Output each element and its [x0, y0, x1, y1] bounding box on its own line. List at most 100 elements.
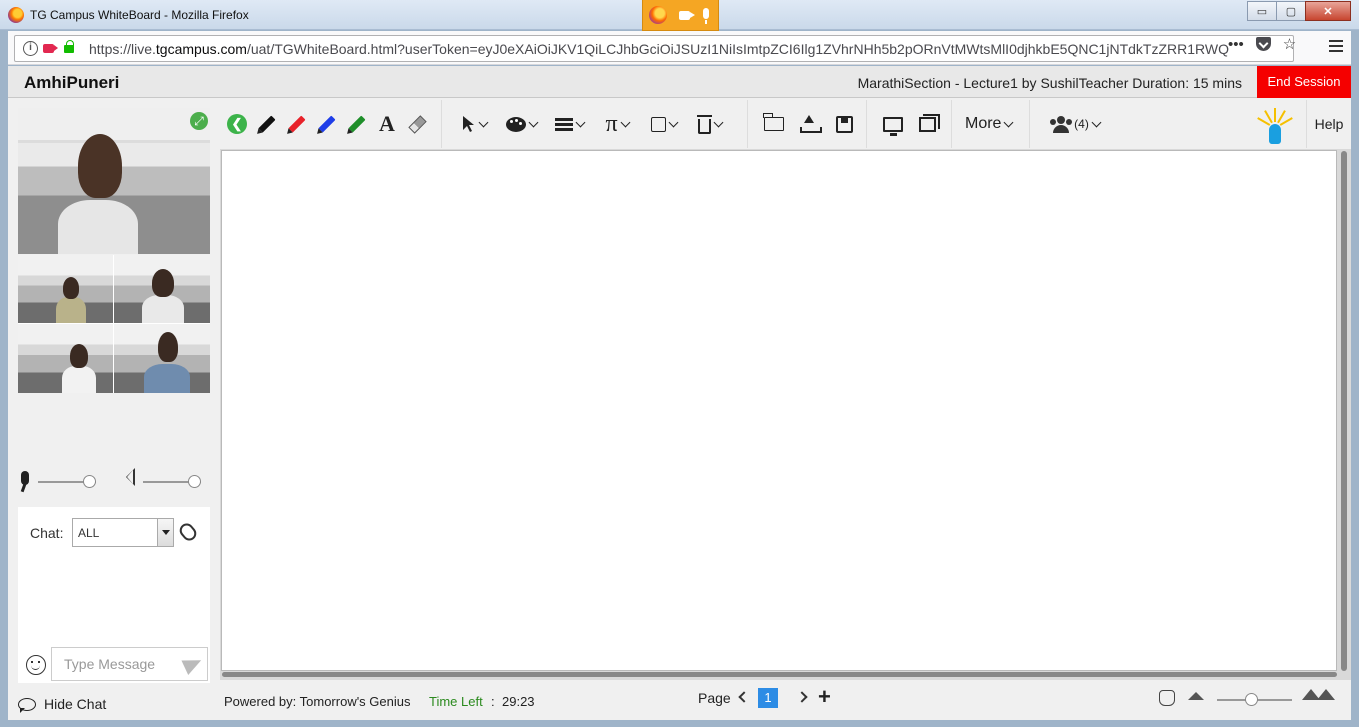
expand-icon[interactable]: ⤢	[190, 112, 208, 130]
microphone-icon[interactable]	[21, 471, 29, 485]
eraser-icon	[407, 114, 427, 134]
participant-thumbnail[interactable]	[18, 255, 113, 323]
back-tool[interactable]: ❮	[222, 109, 252, 139]
participant-head	[78, 134, 122, 198]
vertical-scrollbar[interactable]	[1341, 151, 1347, 671]
share-screen-tool[interactable]	[878, 109, 908, 139]
firefox-icon	[8, 7, 24, 23]
chat-label: Chat:	[30, 525, 64, 541]
math-tool[interactable]: π	[599, 109, 635, 139]
minimize-button[interactable]: ▭	[1247, 1, 1277, 21]
camera-recording-icon[interactable]	[43, 44, 58, 53]
speaker-icon[interactable]	[126, 468, 135, 486]
window-title: TG Campus WhiteBoard - Mozilla Firefox	[30, 8, 249, 22]
whiteboard-toolbar: ❮ A π More (4) Help	[220, 100, 1351, 148]
sharing-indicator[interactable]	[642, 0, 719, 31]
blue-pen-tool[interactable]	[312, 109, 342, 139]
zoom-out-icon[interactable]	[1188, 692, 1204, 700]
blue-pen-icon	[318, 115, 336, 133]
delete-tool[interactable]	[693, 109, 727, 139]
add-page-icon[interactable]: +	[818, 684, 831, 710]
participants-button[interactable]: (4)	[1045, 109, 1105, 139]
open-tool[interactable]	[759, 109, 789, 139]
participant-head	[63, 277, 79, 299]
dropdown-arrow-icon[interactable]	[157, 519, 173, 546]
pi-icon: π	[605, 110, 618, 137]
line-width-icon	[554, 117, 573, 131]
address-bar[interactable]: i https://live.tgcampus.com/uat/TGWhiteB…	[14, 35, 1294, 62]
page-actions-icon[interactable]: •••	[1228, 36, 1244, 53]
left-panel: ⤢ Chat: ALL Type Message Hide Chat	[8, 99, 220, 720]
current-page-number[interactable]: 1	[758, 688, 778, 708]
pocket-icon[interactable]	[1255, 37, 1271, 51]
text-tool-icon: A	[379, 111, 395, 136]
participant-head	[152, 269, 174, 297]
line-width-tool[interactable]	[551, 109, 587, 139]
time-left-label: Time Left	[429, 694, 483, 709]
chat-recipient-select[interactable]: ALL	[72, 518, 174, 547]
whiteboard-app: AmhiPuneri MarathiSection - Lecture1 by …	[8, 66, 1351, 720]
powered-by: Powered by: Tomorrow's Genius	[224, 694, 411, 709]
drawing-tools: ❮ A	[220, 100, 442, 148]
end-session-button[interactable]: End Session	[1257, 66, 1351, 98]
message-row	[24, 647, 208, 681]
eraser-tool[interactable]	[402, 109, 432, 139]
text-tool[interactable]: A	[372, 109, 402, 139]
zoom-knob[interactable]	[1245, 693, 1258, 706]
microphone-icon	[703, 8, 709, 24]
next-page-icon[interactable]	[796, 691, 808, 703]
bookmark-star-icon[interactable]: ☆	[1283, 35, 1296, 53]
green-pen-tool[interactable]	[342, 109, 372, 139]
palette-icon	[505, 116, 526, 132]
upload-tool[interactable]	[794, 109, 824, 139]
upload-icon	[800, 115, 822, 133]
black-pen-icon	[258, 115, 276, 133]
whiteboard-canvas[interactable]	[221, 150, 1337, 671]
select-tool[interactable]	[457, 109, 491, 139]
close-button[interactable]: ✕	[1305, 1, 1351, 21]
attachment-clip-icon[interactable]	[176, 520, 200, 544]
emoji-icon[interactable]	[26, 655, 46, 675]
lock-icon[interactable]	[64, 40, 74, 53]
save-tool[interactable]	[829, 109, 859, 139]
shape-tool[interactable]	[647, 109, 681, 139]
participant-head	[70, 344, 88, 368]
hamburger-menu-icon[interactable]	[1329, 40, 1343, 52]
whiteboard-frame	[220, 149, 1351, 680]
zoom-slider[interactable]	[1217, 693, 1292, 706]
mic-volume-knob[interactable]	[83, 475, 96, 488]
time-separator: :	[491, 694, 495, 709]
url-text[interactable]: https://live.tgcampus.com/uat/TGWhiteBoa…	[89, 41, 1229, 57]
save-icon	[835, 115, 853, 133]
main-video[interactable]: ⤢	[18, 108, 210, 254]
users-icon	[1050, 115, 1073, 133]
black-pen-tool[interactable]	[252, 109, 282, 139]
help-button[interactable]: Help	[1306, 100, 1351, 148]
info-icon[interactable]: i	[23, 41, 38, 56]
speaker-volume-slider[interactable]	[143, 475, 201, 488]
hide-chat-button[interactable]: Hide Chat	[18, 693, 106, 715]
zoom-in-icon[interactable]	[1302, 689, 1336, 701]
mic-volume-slider[interactable]	[38, 475, 96, 488]
horizontal-scrollbar[interactable]	[222, 672, 1337, 677]
previous-page-icon[interactable]	[738, 691, 750, 703]
green-pen-icon	[348, 115, 366, 133]
participant-thumbnail[interactable]	[114, 255, 210, 323]
participant-thumbnail[interactable]	[114, 324, 210, 393]
chat-panel: Chat: ALL	[18, 507, 210, 683]
participant-head	[158, 332, 178, 362]
folder-open-icon	[763, 113, 784, 131]
back-icon: ❮	[227, 114, 247, 134]
screen-tools	[868, 100, 952, 148]
camera-icon	[679, 11, 695, 20]
color-tool[interactable]	[503, 109, 539, 139]
speaker-volume-knob[interactable]	[188, 475, 201, 488]
more-button[interactable]: More	[953, 115, 1024, 133]
red-pen-tool[interactable]	[282, 109, 312, 139]
maximize-button[interactable]: ▢	[1276, 1, 1306, 21]
chat-bubble-icon	[18, 697, 36, 713]
pan-hand-icon[interactable]	[1159, 690, 1175, 706]
participant-thumbnail[interactable]	[18, 324, 113, 393]
window-tool[interactable]	[912, 109, 942, 139]
status-bar: Powered by: Tomorrow's Genius Time Left …	[220, 680, 1351, 720]
